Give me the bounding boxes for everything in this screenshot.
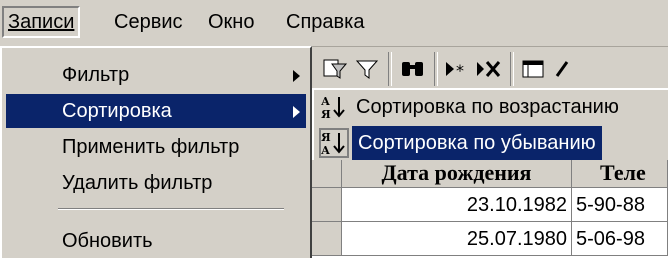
sort-descending-icon: Я А	[319, 128, 349, 158]
menu-zapisi[interactable]: Записи	[2, 6, 81, 38]
svg-text:*: *	[456, 61, 464, 80]
menu-bar: Записи Сервис Окно Справка	[0, 0, 668, 47]
grid-corner	[312, 160, 342, 188]
menu-item-label: Удалить фильтр	[62, 172, 213, 194]
records-grid: Дата рождения Теле 23.10.1982 5-90-88 25…	[312, 160, 668, 258]
menu-okno[interactable]: Окно	[204, 6, 258, 38]
menu-item-label: Применить фильтр	[62, 136, 240, 158]
menu-item-remove-filter[interactable]: Удалить фильтр	[6, 166, 306, 200]
cell-phone[interactable]: 5-90-88	[572, 188, 668, 222]
row-selector[interactable]	[312, 188, 342, 222]
column-header-phone[interactable]: Теле	[572, 160, 668, 188]
submenu-item-label: Сортировка по убыванию	[352, 126, 602, 160]
cell-birthdate[interactable]: 23.10.1982	[342, 188, 572, 222]
submenu-item-sort-descending[interactable]: Я А Сортировка по убыванию	[316, 126, 668, 160]
submenu-item-sort-ascending[interactable]: А Я Сортировка по возрастанию	[316, 90, 668, 124]
properties-icon[interactable]	[518, 54, 548, 84]
sort-submenu: А Я Сортировка по возрастанию Я А Сортир…	[312, 88, 668, 160]
row-selector[interactable]	[312, 222, 342, 256]
column-header-birthdate[interactable]: Дата рождения	[342, 160, 572, 188]
toolbar-separator	[510, 52, 514, 86]
menu-item-label: Сортировка	[62, 100, 172, 122]
svg-text:А: А	[321, 144, 330, 157]
menu-item-sort[interactable]: Сортировка	[6, 94, 306, 128]
submenu-arrow-icon	[293, 70, 300, 82]
find-icon[interactable]	[398, 54, 428, 84]
filter-icon[interactable]	[352, 54, 382, 84]
cell-phone[interactable]: 5-06-98	[572, 222, 668, 256]
toolbar-separator	[434, 52, 438, 86]
svg-text:Я: Я	[321, 131, 331, 144]
menu-item-label: Обновить	[62, 230, 153, 252]
new-record-icon[interactable]: *	[442, 54, 472, 84]
menu-item-refresh[interactable]: Обновить	[6, 224, 306, 258]
toolbar: *	[312, 48, 668, 90]
svg-text:А: А	[321, 95, 330, 108]
records-menu: Фильтр Сортировка Применить фильтр Удали…	[0, 46, 312, 258]
filter-by-selection-icon[interactable]	[320, 54, 350, 84]
menu-spravka[interactable]: Справка	[282, 6, 368, 38]
menu-servis[interactable]: Сервис	[110, 6, 187, 38]
menu-item-apply-filter[interactable]: Применить фильтр	[6, 130, 306, 164]
delete-record-icon[interactable]	[474, 54, 504, 84]
toolbar-separator	[388, 52, 392, 86]
menu-separator	[58, 208, 284, 210]
build-icon[interactable]	[548, 54, 578, 84]
menu-item-filter[interactable]: Фильтр	[6, 58, 306, 92]
menu-item-label: Фильтр	[62, 64, 130, 86]
sort-ascending-icon: А Я	[320, 93, 348, 121]
cell-birthdate[interactable]: 25.07.1980	[342, 222, 572, 256]
svg-text:Я: Я	[321, 108, 331, 121]
submenu-arrow-icon	[293, 106, 300, 118]
submenu-item-label: Сортировка по возрастанию	[356, 96, 619, 118]
